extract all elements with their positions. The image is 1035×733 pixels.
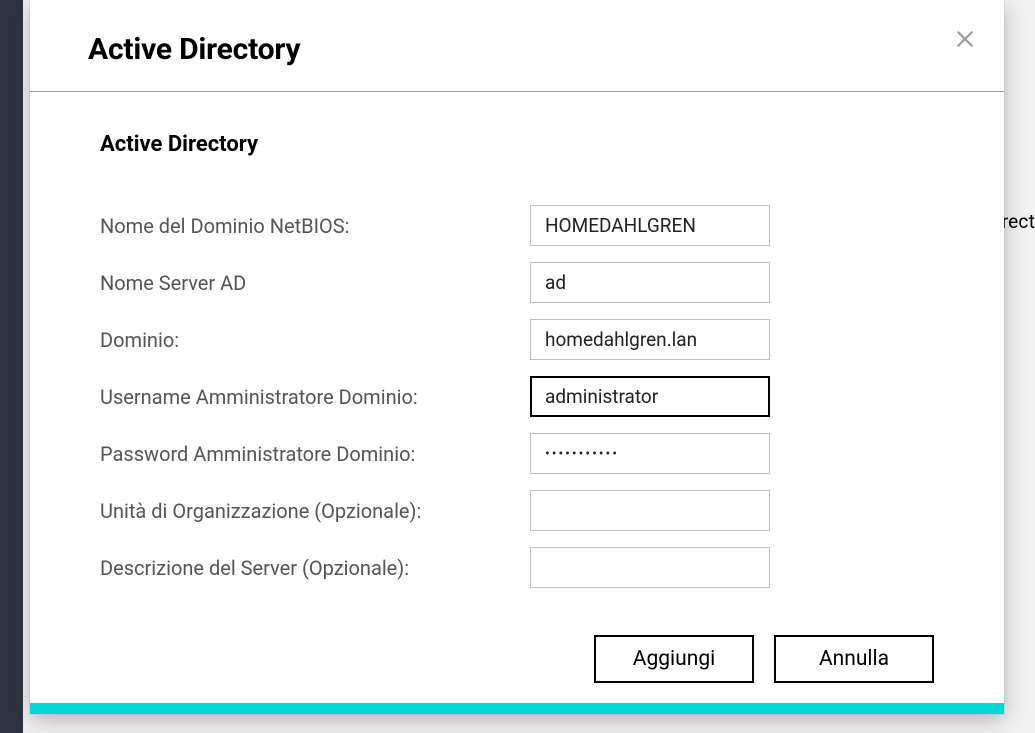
label-adminuser: Username Amministratore Dominio:	[100, 385, 530, 409]
row-domain: Dominio:	[100, 319, 934, 360]
label-orgunit: Unità di Organizzazione (Opzionale):	[100, 499, 530, 523]
label-netbios: Nome del Dominio NetBIOS:	[100, 214, 530, 238]
row-orgunit: Unità di Organizzazione (Opzionale):	[100, 490, 934, 531]
modal-title: Active Directory	[88, 32, 960, 67]
input-domain[interactable]	[530, 319, 770, 360]
label-domain: Dominio:	[100, 328, 530, 352]
label-adserver: Nome Server AD	[100, 271, 530, 295]
modal-accent-bar	[30, 703, 1004, 714]
row-serverdesc: Descrizione del Server (Opzionale):	[100, 547, 934, 588]
input-adminpass[interactable]	[530, 433, 770, 474]
input-adserver[interactable]	[530, 262, 770, 303]
close-button[interactable]	[950, 24, 980, 54]
input-netbios[interactable]	[530, 205, 770, 246]
section-title: Active Directory	[100, 132, 934, 157]
active-directory-modal: Active Directory Active Directory Nome d…	[30, 0, 1004, 714]
label-adminpass: Password Amministratore Dominio:	[100, 442, 530, 466]
row-adminuser: Username Amministratore Dominio:	[100, 376, 934, 417]
button-row: Aggiungi Annulla	[30, 595, 1004, 703]
modal-body: Active Directory Nome del Dominio NetBIO…	[30, 92, 1004, 595]
row-adserver: Nome Server AD	[100, 262, 934, 303]
add-button[interactable]: Aggiungi	[594, 635, 754, 683]
close-icon	[955, 29, 975, 49]
input-serverdesc[interactable]	[530, 547, 770, 588]
modal-header: Active Directory	[30, 0, 1004, 92]
input-adminuser[interactable]	[530, 376, 770, 417]
row-netbios: Nome del Dominio NetBIOS:	[100, 205, 934, 246]
cancel-button[interactable]: Annulla	[774, 635, 934, 683]
label-serverdesc: Descrizione del Server (Opzionale):	[100, 556, 530, 580]
row-adminpass: Password Amministratore Dominio:	[100, 433, 934, 474]
input-orgunit[interactable]	[530, 490, 770, 531]
